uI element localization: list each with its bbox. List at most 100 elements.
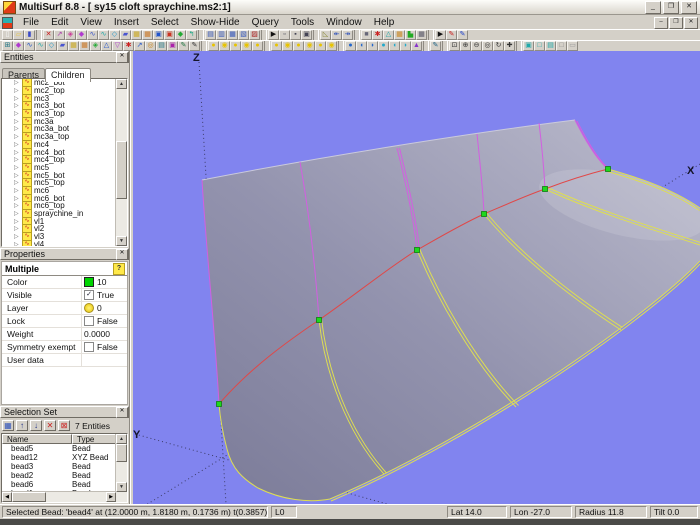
- bead-marker-3[interactable]: [414, 247, 420, 253]
- zoom-in-icon[interactable]: ⊕: [460, 41, 471, 51]
- node-red-icon[interactable]: ✱: [372, 30, 383, 40]
- menu-edit[interactable]: Edit: [45, 16, 74, 29]
- tree-item-vl4[interactable]: ▷ ∿ vl4: [2, 239, 127, 246]
- menu-query[interactable]: Query: [246, 16, 285, 29]
- pencil-blue-icon[interactable]: ✎: [457, 30, 468, 40]
- insert-surface-icon[interactable]: ▰: [57, 41, 68, 51]
- selection-row-bead2[interactable]: bead2 Bead: [2, 471, 127, 480]
- pan-view-icon[interactable]: ✚: [504, 41, 515, 51]
- select-box-icon[interactable]: ▫: [279, 30, 290, 40]
- window-tile-icon[interactable]: □: [534, 41, 545, 51]
- insert-net-icon[interactable]: ▦: [79, 41, 90, 51]
- selection-row-bead5[interactable]: bead5 Bead: [2, 444, 127, 453]
- minimize-button[interactable]: _: [645, 0, 661, 14]
- undo-icon[interactable]: ↰: [186, 30, 197, 40]
- expander-icon[interactable]: ▷: [14, 156, 20, 163]
- table-stop-icon[interactable]: ▨: [249, 30, 260, 40]
- menu-window[interactable]: Window: [320, 16, 368, 29]
- save-icon[interactable]: ▮: [24, 30, 35, 40]
- selection-hscrollbar[interactable]: ◀ ▶: [2, 491, 116, 502]
- selection-hscroll-thumb[interactable]: [12, 492, 46, 502]
- tree-item-spraychine_in[interactable]: ▷ ∿ spraychine_in: [2, 209, 127, 219]
- insert-vector-icon[interactable]: ↗: [134, 41, 145, 51]
- show-all-icon[interactable]: ●: [208, 41, 219, 51]
- expander-icon[interactable]: ▷: [14, 125, 20, 132]
- scroll-up-icon[interactable]: ▲: [116, 434, 127, 444]
- viewport-3d[interactable]: Z X Y: [133, 51, 700, 504]
- tree-item-mc3_top[interactable]: ▷ ∿ mc3_top: [2, 109, 127, 119]
- view-bottom-icon[interactable]: ◖: [356, 41, 367, 51]
- layer-bulb-icon[interactable]: [84, 303, 94, 313]
- expander-icon[interactable]: ▷: [14, 225, 20, 232]
- sketch-icon[interactable]: ✎: [430, 41, 441, 51]
- menu-view[interactable]: View: [74, 16, 108, 29]
- measure-icon[interactable]: ◺: [320, 30, 331, 40]
- view-right-icon[interactable]: ●: [378, 41, 389, 51]
- expander-icon[interactable]: ▷: [14, 233, 20, 240]
- select-mode-icon[interactable]: ▶: [268, 30, 279, 40]
- insert-triangle-icon[interactable]: △: [101, 41, 112, 51]
- view-top-icon[interactable]: ●: [345, 41, 356, 51]
- scroll-right-icon[interactable]: ▶: [106, 492, 116, 502]
- expander-icon[interactable]: ▷: [14, 241, 20, 246]
- view-perspective-icon[interactable]: ▲: [411, 41, 422, 51]
- solid-icon[interactable]: ▰: [120, 30, 131, 40]
- expander-icon[interactable]: ▷: [14, 218, 20, 225]
- menu-showhide[interactable]: Show-Hide: [185, 16, 246, 29]
- expander-icon[interactable]: ▷: [14, 95, 20, 102]
- expander-icon[interactable]: ▷: [14, 141, 20, 148]
- menu-file[interactable]: File: [17, 16, 45, 29]
- entity-green-icon[interactable]: ◆: [175, 30, 186, 40]
- selection-row-bead12[interactable]: bead12 XYZ Bead: [2, 453, 127, 462]
- expander-icon[interactable]: ▷: [14, 210, 20, 217]
- insert-frame-icon[interactable]: ▤: [156, 41, 167, 51]
- window-new-icon[interactable]: □: [556, 41, 567, 51]
- insert-cell-icon[interactable]: ▣: [167, 41, 178, 51]
- menu-help[interactable]: Help: [368, 16, 401, 29]
- hide-parents-icon[interactable]: ●: [252, 41, 263, 51]
- hide-children-icon[interactable]: ◉: [282, 41, 293, 51]
- multi-view-icon[interactable]: ⊞: [2, 41, 13, 51]
- net-icon[interactable]: ▦: [142, 30, 153, 40]
- expander-icon[interactable]: ▷: [14, 110, 20, 117]
- restore-button[interactable]: ❐: [663, 0, 679, 14]
- show-labels-icon[interactable]: ◉: [326, 41, 337, 51]
- cube-icon[interactable]: ▣: [153, 30, 164, 40]
- remove-icon[interactable]: ✕: [44, 420, 56, 431]
- entities-scrollbar[interactable]: ▲ ▼: [115, 79, 127, 246]
- pencil-red-icon[interactable]: ✎: [446, 30, 457, 40]
- color-swatch[interactable]: [84, 277, 94, 287]
- expander-icon[interactable]: ▷: [14, 149, 20, 156]
- curve-icon[interactable]: ∿: [87, 30, 98, 40]
- view-front-icon[interactable]: ◖: [389, 41, 400, 51]
- tree-item-mc5_top[interactable]: ▷ ∿ mc5_top: [2, 178, 127, 188]
- property-value[interactable]: [81, 354, 127, 366]
- zoom-window-icon[interactable]: ⊡: [449, 41, 460, 51]
- scroll-left-icon[interactable]: ◀: [2, 492, 12, 502]
- menu-select[interactable]: Select: [145, 16, 185, 29]
- grid-orange-icon[interactable]: ▦: [394, 30, 405, 40]
- bead-marker-2[interactable]: [316, 317, 322, 323]
- snake-icon[interactable]: ∿: [98, 30, 109, 40]
- menu-tools[interactable]: Tools: [285, 16, 320, 29]
- checkbox-checked-icon[interactable]: ✓: [84, 290, 94, 300]
- tree-item-mc2_top[interactable]: ▷ ∿ mc2_top: [2, 86, 127, 96]
- delete-icon[interactable]: ✕: [43, 30, 54, 40]
- show-children-icon[interactable]: ●: [271, 41, 282, 51]
- select-all-icon[interactable]: ▣: [301, 30, 312, 40]
- expander-icon[interactable]: ▷: [14, 164, 20, 171]
- columns-icon[interactable]: ▦: [2, 420, 14, 431]
- close-button[interactable]: ✕: [681, 0, 697, 14]
- checkbox-icon[interactable]: [84, 316, 94, 326]
- expander-icon[interactable]: ▷: [14, 79, 20, 86]
- insert-solid-icon[interactable]: ◈: [90, 41, 101, 51]
- expander-icon[interactable]: ▷: [14, 187, 20, 194]
- view-back-icon[interactable]: ◗: [400, 41, 411, 51]
- polygon-icon[interactable]: △: [383, 30, 394, 40]
- properties-close-icon[interactable]: ✕: [116, 249, 128, 260]
- expander-icon[interactable]: ▷: [14, 133, 20, 140]
- mesh-icon[interactable]: ▦: [131, 30, 142, 40]
- insert-snake-icon[interactable]: ◇: [46, 41, 57, 51]
- tree-item-vl3[interactable]: ▷ ∿ vl3: [2, 232, 127, 242]
- open-folder-icon[interactable]: ▱: [13, 30, 24, 40]
